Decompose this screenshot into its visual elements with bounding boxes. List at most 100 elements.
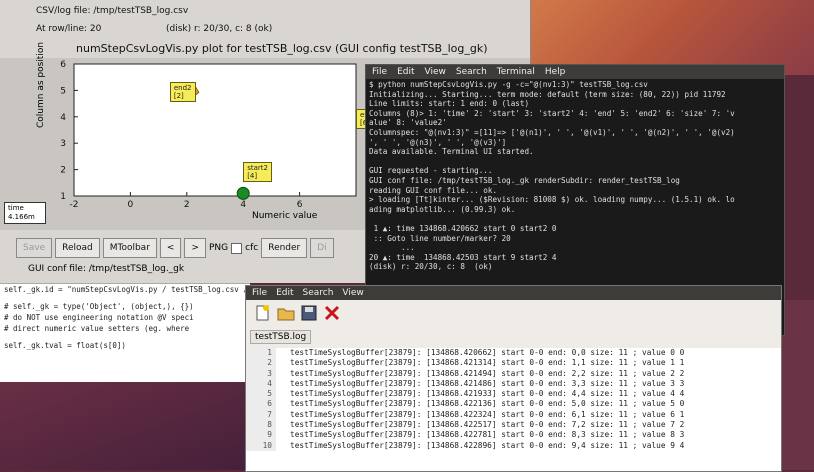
editor-line: self._gk.tval = float(s[0]): [4, 341, 126, 350]
y-tick-label: 3: [60, 139, 66, 149]
line-text: testTimeSyslogBuffer[23879]: [134868.422…: [290, 430, 685, 440]
terminal-line: 20 ▲: time 134868.42503 start 9 start2 4: [369, 252, 557, 262]
y-tick-label: 4: [60, 113, 66, 123]
y-tick-label: 2: [60, 166, 66, 176]
table-row: 4 testTimeSyslogBuffer[23879]: [134868.42…: [246, 378, 781, 390]
term-menu-view[interactable]: View: [425, 67, 446, 77]
editor-line: # self._gk = type('Object', (object,), {…: [4, 302, 194, 311]
y-tick-label: 5: [60, 86, 66, 96]
terminal-line: alue' 8: 'value2': [369, 118, 447, 128]
line-text: testTimeSyslogBuffer[23879]: [134868.421…: [290, 358, 685, 368]
x-tick-label: 4: [240, 200, 246, 210]
gedit-menu-search[interactable]: Search: [303, 288, 334, 298]
editor-line: # do NOT use engineering notation @V spe…: [4, 313, 194, 322]
terminal-line: :: Goto line number/marker? 20: [369, 233, 511, 243]
gedit-menubar: File Edit Search View: [246, 286, 781, 300]
desktop-wallpaper-right: [780, 300, 814, 470]
line-text: testTimeSyslogBuffer[23879]: [134868.421…: [290, 378, 685, 388]
line-number: 8: [246, 420, 276, 431]
plot-axes: [73, 63, 357, 197]
terminal-menubar: File Edit View Search Terminal Help: [366, 65, 784, 79]
x-tick-label: 6: [297, 200, 303, 210]
gedit-menu-file[interactable]: File: [252, 288, 267, 298]
line-number: 3: [246, 368, 276, 379]
line-number: 7: [246, 409, 276, 421]
table-row: 7 testTimeSyslogBuffer[23879]: [134868.42…: [246, 409, 781, 421]
di-button[interactable]: Di: [310, 238, 334, 258]
line-text: testTimeSyslogBuffer[23879]: [134868.420…: [290, 348, 685, 357]
y-axis-label: Column as position: [36, 41, 46, 128]
line-number: 10: [246, 440, 276, 451]
terminal-line: GUI conf file: /tmp/testTSB_log._gk rend…: [369, 175, 680, 185]
line-number: 4: [246, 378, 276, 390]
term-menu-search[interactable]: Search: [456, 67, 487, 77]
term-menu-file[interactable]: File: [372, 67, 387, 77]
line-number: 1: [246, 348, 276, 359]
time-box: time 4.166m: [4, 202, 46, 224]
table-row: 1 testTimeSyslogBuffer[23879]: [134868.42…: [246, 348, 781, 359]
text-editor-window: File Edit Search View testTSB.log 1 testT…: [245, 285, 782, 472]
table-row: 10 testTimeSyslogBuffer[23879]: [134868.4…: [246, 440, 781, 451]
table-row: 8 testTimeSyslogBuffer[23879]: [134868.42…: [246, 420, 781, 431]
editor-line: self._gk.id = "numStepCsvLogVis.py / tes…: [4, 285, 250, 294]
x-tick-label: 0: [128, 200, 134, 210]
gedit-menu-view[interactable]: View: [342, 288, 363, 298]
close-icon[interactable]: [323, 304, 341, 322]
table-row: 3 testTimeSyslogBuffer[23879]: [134868.42…: [246, 368, 781, 379]
terminal-line: Initializing... Starting... term mode: d…: [369, 89, 726, 99]
gedit-text-area[interactable]: 1 testTimeSyslogBuffer[23879]: [134868.42…: [246, 348, 781, 471]
terminal-line: (disk) r: 20/30, c: 8 (ok): [369, 262, 493, 272]
terminal-line: ading matplotlib... (0.99.3) ok.: [369, 204, 516, 214]
terminal-line: Columnspec: "@(nv1:3)" =[11]=> ['@(n1)',…: [369, 127, 735, 137]
terminal-line: Columns (8)> 1: 'time' 2: 'start' 3: 'st…: [369, 108, 735, 118]
y-tick-label: 1: [60, 192, 66, 202]
gedit-toolbar: [246, 300, 781, 326]
line-text: testTimeSyslogBuffer[23879]: [134868.421…: [290, 368, 685, 378]
editor-line: # direct numeric value setters (eg. wher…: [4, 324, 190, 333]
terminal-line: 1 ▲: time 134868.420662 start 0 start2 0: [369, 223, 557, 233]
table-row: 5 testTimeSyslogBuffer[23879]: [134868.42…: [246, 389, 781, 400]
annotation-label: end2 [2]: [169, 82, 196, 103]
term-menu-terminal[interactable]: Terminal: [497, 67, 535, 77]
tab-testtsb-log[interactable]: testTSB.log: [250, 330, 312, 344]
line-number: 9: [246, 430, 276, 441]
x-tick-label: 2: [184, 200, 190, 210]
new-file-icon[interactable]: [254, 304, 272, 322]
x-axis-label: Numeric value: [252, 211, 318, 221]
reload-button[interactable]: Reload: [55, 238, 100, 258]
line-text: testTimeSyslogBuffer[23879]: [134868.422…: [290, 420, 685, 430]
x-tick-label: -2: [70, 200, 79, 210]
line-text: testTimeSyslogBuffer[23879]: [134868.421…: [290, 389, 685, 399]
png-label: PNG: [209, 243, 229, 253]
term-menu-help[interactable]: Help: [545, 67, 566, 77]
render-button[interactable]: Render: [261, 238, 308, 258]
code-editor[interactable]: self._gk.id = "numStepCsvLogVis.py / tes…: [0, 283, 250, 382]
table-row: 2 testTimeSyslogBuffer[23879]: [134868.42…: [246, 358, 781, 369]
open-folder-icon[interactable]: [277, 304, 295, 322]
prev-button[interactable]: <: [159, 238, 182, 258]
line-number: 6: [246, 399, 276, 410]
plot-toolbar: Save Reload MToolbar < > PNG cfc Render …: [16, 238, 334, 258]
term-menu-edit[interactable]: Edit: [397, 67, 414, 77]
next-button[interactable]: >: [184, 238, 206, 258]
terminal-line: Data available. Terminal UI started.: [369, 147, 534, 157]
table-row: 6 testTimeSyslogBuffer[23879]: [134868.42…: [246, 399, 781, 410]
time-label: time: [8, 204, 24, 212]
save-button[interactable]: Save: [16, 238, 53, 258]
line-text: testTimeSyslogBuffer[23879]: [134868.422…: [290, 409, 685, 419]
desktop-wallpaper-bottom: [0, 380, 250, 470]
annotation-label: start2 [4]: [243, 161, 272, 182]
cfc-checkbox[interactable]: [231, 242, 243, 254]
mtoolbar-button[interactable]: MToolbar: [102, 238, 157, 258]
line-number: 5: [246, 389, 276, 400]
save-icon[interactable]: [300, 304, 318, 322]
gui-conf-label: GUI conf file: /tmp/testTSB_log._gk: [28, 264, 185, 274]
gedit-menu-edit[interactable]: Edit: [276, 288, 293, 298]
terminal-line: GUI requested - starting...: [369, 166, 493, 176]
terminal-line: ', ' ', '@(n3)', ' ', '@(v3)']: [369, 137, 507, 147]
terminal-line: $ python numStepCsvLogVis.py -g -c="@(nv…: [369, 80, 648, 89]
y-tick-label: 6: [60, 60, 66, 70]
table-row: 9 testTimeSyslogBuffer[23879]: [134868.42…: [246, 430, 781, 441]
terminal-line: reading GUI conf file... ok.: [369, 185, 498, 195]
